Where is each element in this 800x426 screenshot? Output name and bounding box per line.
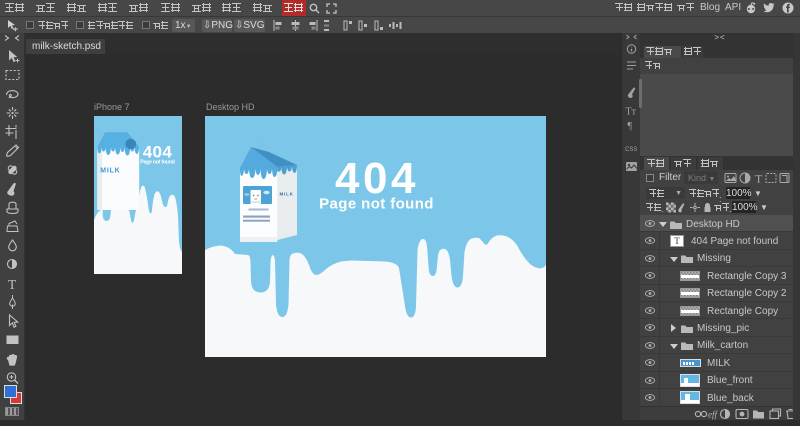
svg-text:T: T bbox=[755, 172, 763, 184]
svg-text:Page not found: Page not found bbox=[319, 196, 434, 213]
svg-text:¶: ¶ bbox=[628, 121, 633, 132]
svg-text:T: T bbox=[8, 277, 17, 292]
svg-text:MILK: MILK bbox=[280, 192, 294, 197]
svg-text:Tт: Tт bbox=[626, 107, 637, 118]
svg-text:MILK: MILK bbox=[100, 168, 120, 175]
svg-text:Page not found: Page not found bbox=[140, 159, 174, 165]
svg-text:CSS: CSS bbox=[625, 147, 637, 153]
svg-text:eff: eff bbox=[708, 410, 718, 420]
